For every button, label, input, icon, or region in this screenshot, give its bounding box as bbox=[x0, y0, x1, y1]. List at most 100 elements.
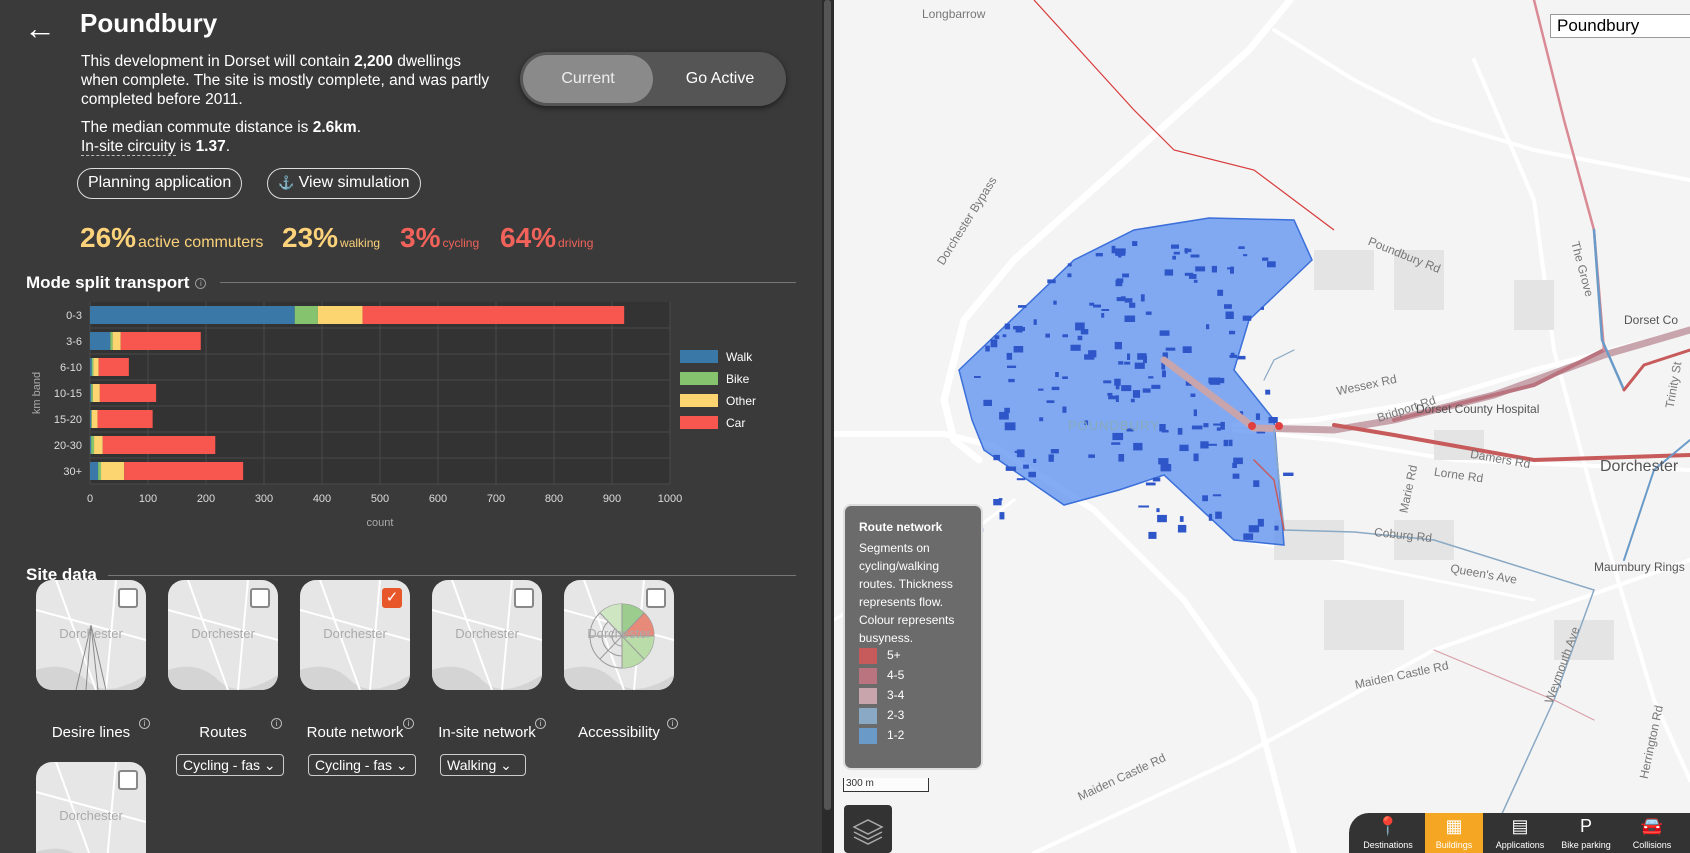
building bbox=[1206, 443, 1217, 446]
site-layer-card[interactable]: Dorchester ✓ bbox=[300, 580, 410, 690]
layer-checkbox[interactable] bbox=[250, 588, 270, 608]
building bbox=[1165, 347, 1176, 351]
building bbox=[1248, 525, 1260, 533]
building bbox=[1045, 333, 1050, 338]
legend-swatch bbox=[859, 667, 877, 684]
building bbox=[1115, 279, 1123, 287]
layer-mode-select[interactable]: Cycling - fas ⌄ bbox=[308, 754, 416, 776]
panel-resize-handle[interactable] bbox=[822, 0, 834, 853]
toggle-go-active[interactable]: Go Active bbox=[656, 55, 784, 103]
nav-bike-parking[interactable]: P Bike parking bbox=[1557, 813, 1615, 853]
site-layer-card[interactable]: Dorchester bbox=[168, 580, 278, 690]
chart-y-tick-label: 10-15 bbox=[54, 388, 82, 400]
building bbox=[1101, 309, 1110, 311]
layers-icon[interactable] bbox=[844, 805, 892, 853]
nav-applications[interactable]: ▤ Applications bbox=[1491, 813, 1549, 853]
road bbox=[1272, 28, 1690, 182]
chevron-down-icon: ⌄ bbox=[500, 757, 512, 773]
building bbox=[1008, 378, 1015, 383]
building bbox=[983, 399, 992, 406]
info-icon[interactable]: i bbox=[403, 718, 414, 729]
info-icon[interactable]: i bbox=[271, 718, 282, 729]
site-layer-card[interactable]: Dorchester bbox=[432, 580, 542, 690]
map-scale-bar: 300 m bbox=[843, 778, 929, 792]
legend-label: 3-4 bbox=[887, 688, 905, 702]
building bbox=[1127, 353, 1131, 360]
view-simulation-button[interactable]: ⚓ View simulation bbox=[267, 168, 421, 199]
stat-value: 26% bbox=[80, 222, 137, 253]
commute-distance: 2.6km bbox=[312, 119, 357, 136]
building bbox=[1228, 439, 1233, 447]
building bbox=[1132, 241, 1138, 246]
info-icon[interactable]: i bbox=[139, 718, 150, 729]
card-thumbnail-label: Dorchester bbox=[191, 626, 255, 641]
document-icon: ▤ bbox=[1511, 816, 1529, 836]
chart-bar bbox=[90, 462, 99, 480]
layer-checkbox[interactable] bbox=[514, 588, 534, 608]
chart-y-tick-label: 15-20 bbox=[54, 414, 82, 426]
building bbox=[1062, 376, 1068, 379]
chart-x-tick-label: 100 bbox=[139, 493, 157, 505]
legend-item: 3-4 bbox=[859, 686, 904, 704]
site-description: This development in Dorset will contain … bbox=[81, 53, 490, 108]
chart-x-tick-label: 400 bbox=[313, 493, 331, 505]
scrollbar-thumb[interactable] bbox=[824, 0, 831, 810]
site-layer-card[interactable]: Dorchester bbox=[564, 580, 674, 690]
map-view[interactable]: Longbarrow Dorchester Bypass Poundbury R… bbox=[834, 0, 1690, 853]
building bbox=[1033, 458, 1037, 463]
building bbox=[985, 345, 990, 352]
building bbox=[1077, 335, 1083, 341]
building bbox=[994, 335, 1000, 340]
chart-bar bbox=[94, 436, 103, 454]
legend-label: 4-5 bbox=[887, 668, 905, 682]
building bbox=[1152, 477, 1161, 482]
layer-checkbox[interactable] bbox=[646, 588, 666, 608]
info-icon[interactable]: i bbox=[535, 718, 546, 729]
card-thumbnail-label: Dorchester bbox=[59, 808, 123, 823]
back-arrow-icon[interactable]: ← bbox=[24, 12, 56, 44]
chart-legend-label: Car bbox=[726, 416, 745, 430]
building bbox=[1223, 439, 1229, 447]
chevron-down-icon: ⌄ bbox=[395, 757, 408, 773]
card-thumbnail-label: Dorchester bbox=[323, 626, 387, 641]
nav-destinations[interactable]: 📍 Destinations bbox=[1359, 813, 1417, 853]
site-layer-card[interactable]: Dorchester bbox=[36, 762, 146, 853]
building bbox=[1140, 294, 1145, 302]
geocoder-search-input[interactable]: Poundbury bbox=[1550, 14, 1690, 38]
building bbox=[1253, 480, 1260, 487]
building bbox=[1229, 330, 1236, 335]
stat-label: cycling bbox=[442, 236, 480, 250]
building bbox=[1232, 473, 1240, 479]
building bbox=[1051, 386, 1060, 391]
parking-icon: P bbox=[1579, 816, 1592, 836]
building bbox=[1039, 417, 1044, 422]
info-icon[interactable]: i bbox=[195, 278, 207, 290]
layer-checkbox[interactable] bbox=[118, 770, 138, 790]
scenario-toggle: Current Go Active bbox=[520, 52, 786, 106]
card-thumbnail-label: Dorchester bbox=[587, 626, 651, 641]
layer-mode-select[interactable]: Walking ⌄ bbox=[440, 754, 526, 776]
layer-checkbox[interactable]: ✓ bbox=[382, 588, 402, 608]
info-icon[interactable]: i bbox=[667, 718, 678, 729]
building bbox=[1164, 269, 1174, 276]
planning-application-button[interactable]: Planning application bbox=[77, 168, 243, 199]
chart-bar bbox=[93, 358, 99, 376]
site-layer-card[interactable]: Dorchester bbox=[36, 580, 146, 690]
legend-item: 1-2 bbox=[859, 726, 904, 744]
commute-text: The median commute distance is 2.6km. In… bbox=[81, 119, 362, 156]
nav-collisions[interactable]: 🚘 Collisions bbox=[1623, 813, 1681, 853]
select-value: Cycling - fas bbox=[183, 757, 261, 773]
chart-bar bbox=[92, 384, 100, 402]
building bbox=[1101, 313, 1105, 318]
circuity-tooltip-link[interactable]: In-site circuity bbox=[81, 138, 176, 156]
layer-checkbox[interactable] bbox=[118, 588, 138, 608]
building bbox=[1267, 261, 1276, 268]
building bbox=[1013, 346, 1024, 353]
building bbox=[1130, 398, 1135, 403]
building bbox=[1016, 478, 1026, 481]
nav-buildings[interactable]: ▦ Buildings bbox=[1425, 813, 1483, 853]
boundary-line bbox=[1033, 0, 1335, 231]
toggle-current[interactable]: Current bbox=[523, 55, 653, 103]
layer-mode-select[interactable]: Cycling - fas ⌄ bbox=[176, 754, 284, 776]
building bbox=[1129, 302, 1136, 308]
